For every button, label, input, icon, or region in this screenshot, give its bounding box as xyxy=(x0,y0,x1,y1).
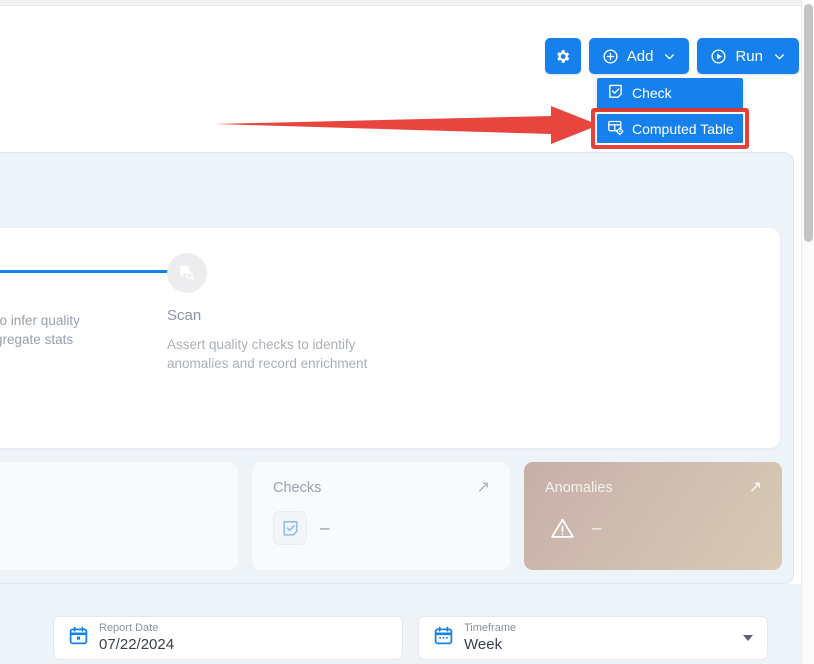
stat-card-anomalies-title: Anomalies xyxy=(545,480,613,496)
timeframe-label: Timeframe xyxy=(464,622,517,634)
settings-button[interactable] xyxy=(544,38,581,74)
stat-card-checks-open-icon[interactable]: ↗ xyxy=(477,480,490,496)
top-browser-strip xyxy=(0,0,814,6)
active-tab-underline xyxy=(0,270,170,273)
stat-card-checks-title: Checks xyxy=(273,480,322,496)
report-date-text: Report Date 07/22/2024 xyxy=(99,622,174,654)
vertical-scrollbar[interactable] xyxy=(801,0,814,664)
calendar-week-icon xyxy=(433,625,454,651)
option-profile[interactable]: ta values to infer quality collect aggre… xyxy=(0,300,168,349)
menu-item-check[interactable]: Check xyxy=(597,78,743,108)
stat-card-empty[interactable] xyxy=(0,462,238,570)
menu-item-check-label: Check xyxy=(632,85,672,101)
report-date-value[interactable]: 07/22/2024 xyxy=(99,636,174,654)
calendar-icon xyxy=(68,625,89,651)
menu-item-computed-table-label: Computed Table xyxy=(632,120,734,137)
gear-icon xyxy=(554,48,571,65)
plus-circle-icon xyxy=(602,48,619,65)
vertical-scrollbar-thumb[interactable] xyxy=(804,4,813,242)
add-button[interactable]: Add xyxy=(588,38,690,74)
option-scan[interactable]: Scan Assert quality checks to identify a… xyxy=(167,253,397,373)
chevron-down-icon[interactable] xyxy=(663,50,676,63)
check-note-icon xyxy=(607,83,624,103)
option-scan-title: Scan xyxy=(167,307,202,324)
database-search-icon xyxy=(167,253,207,293)
stat-card-anomalies-body: – xyxy=(545,511,761,545)
report-date-label: Report Date xyxy=(99,622,159,634)
option-profile-desc-line2: collect aggregate stats xyxy=(0,332,74,347)
filter-form-row: Report Date 07/22/2024 Timeframe Week xyxy=(53,616,768,660)
stat-card-row: Checks ↗ – Anomalies ↗ – xyxy=(0,462,782,570)
add-dropdown-menu: Check xyxy=(597,78,743,108)
warning-triangle-icon xyxy=(545,511,579,545)
chevron-down-icon[interactable] xyxy=(773,50,786,63)
option-profile-desc-line1: ta values to infer quality xyxy=(0,313,80,328)
add-button-label: Add xyxy=(626,47,654,65)
feature-card: ta values to infer quality collect aggre… xyxy=(0,228,780,448)
stat-card-anomalies[interactable]: Anomalies ↗ – xyxy=(524,462,782,570)
page-toolbar: Add Run xyxy=(544,38,799,74)
stat-card-checks[interactable]: Checks ↗ – xyxy=(252,462,510,570)
report-date-field[interactable]: Report Date 07/22/2024 xyxy=(53,616,403,660)
stat-card-checks-body: – xyxy=(273,511,489,545)
option-scan-desc-line1: Assert quality checks to identify xyxy=(167,337,356,352)
stat-card-anomalies-value: – xyxy=(592,518,602,537)
stat-card-anomalies-open-icon[interactable]: ↗ xyxy=(749,480,762,496)
option-profile-desc: ta values to infer quality collect aggre… xyxy=(0,311,168,349)
play-circle-icon xyxy=(710,48,727,65)
option-scan-desc-line2: anomalies and record enrichment xyxy=(167,356,368,371)
timeframe-field[interactable]: Timeframe Week xyxy=(418,616,768,660)
menu-item-computed-table[interactable]: Computed Table xyxy=(597,114,743,143)
option-scan-desc: Assert quality checks to identify anomal… xyxy=(167,335,379,373)
stat-card-checks-value: – xyxy=(320,518,330,537)
timeframe-value[interactable]: Week xyxy=(464,636,516,654)
timeframe-text: Timeframe Week xyxy=(464,622,516,654)
run-button[interactable]: Run xyxy=(697,38,799,74)
check-note-icon xyxy=(273,511,307,545)
timeframe-dropdown-caret-icon[interactable] xyxy=(743,635,753,641)
annotation-arrow-icon xyxy=(215,106,599,144)
table-gear-icon xyxy=(607,119,624,139)
run-button-label: Run xyxy=(735,47,763,65)
